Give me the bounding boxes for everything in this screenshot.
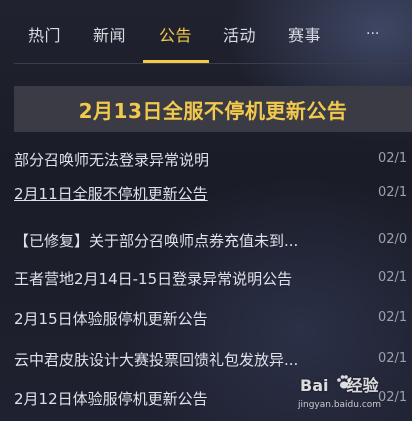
news-date: 02/0 — [378, 232, 408, 247]
news-title: 云中君皮肤设计大赛投票回馈礼包发放异... — [14, 351, 299, 369]
news-title: 2月12日体验服停机更新公告 — [14, 390, 208, 408]
list-item[interactable]: 王者营地2月14日-15日登录异常说明公告 02/1 — [0, 261, 412, 295]
news-title: 2月15日体验服停机更新公告 — [14, 310, 208, 328]
tab-news[interactable]: 新闻 — [93, 22, 126, 46]
more-icon[interactable]: ... — [366, 22, 379, 38]
tab-tournaments[interactable]: 赛事 — [288, 22, 321, 46]
list-item[interactable]: 【已修复】关于部分召唤师点券充值未到... 02/0 — [0, 223, 412, 257]
news-date: 02/1 — [378, 151, 408, 166]
news-title: 2月11日全服不停机更新公告 — [14, 185, 208, 203]
baidu-watermark: Bai 经验 jingyan.baidu.com — [296, 368, 412, 418]
paw-icon — [337, 375, 351, 389]
tab-hot[interactable]: 热门 — [28, 22, 61, 46]
list-item[interactable]: 2月15日体验服停机更新公告 02/1 — [0, 301, 412, 335]
list-item[interactable]: 2月11日全服不停机更新公告 02/1 — [0, 176, 412, 210]
news-date: 02/1 — [378, 351, 408, 366]
tab-bar: 热门 新闻 公告 活动 赛事 ... — [0, 0, 412, 64]
tab-divider — [14, 63, 412, 64]
list-item[interactable]: 部分召唤师无法登录异常说明 02/1 — [0, 142, 412, 176]
tab-announcements[interactable]: 公告 — [159, 22, 192, 46]
news-date: 02/1 — [378, 185, 408, 200]
news-date: 02/1 — [378, 270, 408, 285]
tab-events[interactable]: 活动 — [223, 22, 256, 46]
banner-title: 2月13日全服不停机更新公告 — [78, 98, 348, 123]
news-title: 部分召唤师无法登录异常说明 — [14, 151, 210, 169]
featured-banner[interactable]: 2月13日全服不停机更新公告 — [14, 86, 412, 132]
news-date: 02/1 — [378, 310, 408, 325]
news-title: 王者营地2月14日-15日登录异常说明公告 — [14, 270, 293, 288]
news-title: 【已修复】关于部分召唤师点券充值未到... — [14, 232, 299, 250]
watermark-url: jingyan.baidu.com — [298, 400, 382, 410]
